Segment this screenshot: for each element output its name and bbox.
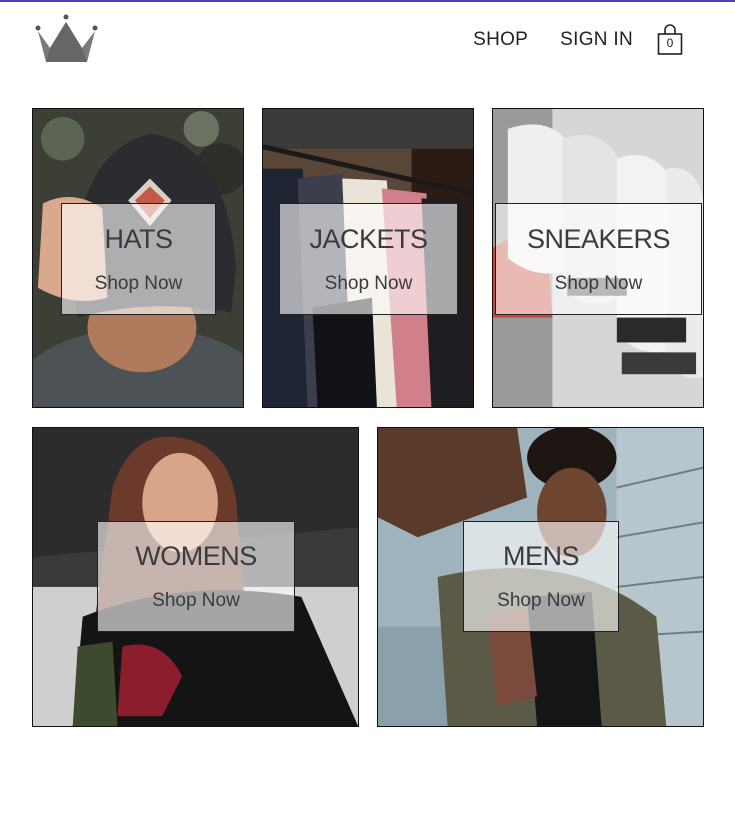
menu-item-mens[interactable]: MENS Shop Now [377,427,704,727]
menu-item-womens[interactable]: WOMENS Shop Now [32,427,359,727]
crown-icon[interactable] [34,14,100,66]
hats-title: HATS [104,223,173,254]
jackets-title: JACKETS [309,223,428,254]
mens-content-box: MENS Shop Now [463,521,619,632]
cart-count: 0 [666,36,674,50]
hats-content-box: HATS Shop Now [61,203,216,315]
hats-shop-now[interactable]: Shop Now [95,273,183,295]
jackets-shop-now[interactable]: Shop Now [325,273,413,295]
header: SHOP SIGN IN 0 [0,0,735,90]
sneakers-shop-now[interactable]: Shop Now [555,273,643,295]
mens-title: MENS [502,541,580,571]
sneakers-content-box: SNEAKERS Shop Now [495,203,702,315]
womens-shop-now[interactable]: Shop Now [152,590,240,612]
menu-item-hats[interactable]: HATS Shop Now [32,108,244,408]
womens-title: WOMENS [135,541,257,571]
nav-sign-in-link[interactable]: SIGN IN [560,24,633,56]
womens-content-box: WOMENS Shop Now [97,521,295,632]
menu-item-jackets[interactable]: JACKETS Shop Now [262,108,474,408]
menu-item-sneakers[interactable]: SNEAKERS Shop Now [492,108,704,408]
nav-shop-link[interactable]: SHOP [473,24,528,56]
jackets-content-box: JACKETS Shop Now [279,203,458,315]
cart-button[interactable]: 0 [657,24,685,56]
nav: SHOP SIGN IN 0 [441,24,685,56]
sneakers-title: SNEAKERS [526,223,671,254]
mens-shop-now[interactable]: Shop Now [497,590,585,612]
